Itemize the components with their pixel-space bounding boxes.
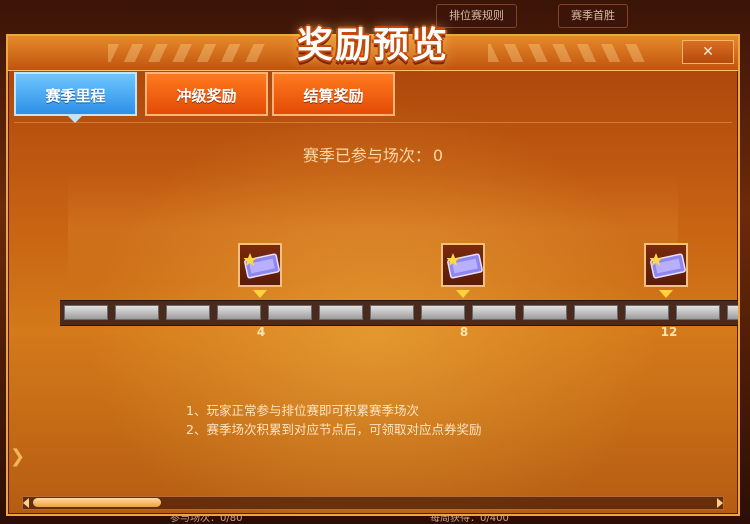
track-segment — [574, 305, 618, 320]
chevron-left-icon: ❯ — [10, 446, 26, 467]
rules-text: 1、玩家正常参与排位赛即可积累赛季场次 2、赛季场次积累到对应节点后，可领取对应… — [186, 401, 481, 439]
track-glow — [68, 174, 678, 284]
track-segment — [166, 305, 210, 320]
track-segment — [421, 305, 465, 320]
close-button[interactable]: ✕ — [682, 40, 734, 64]
season-count-value: 0 — [432, 146, 444, 165]
track-segment — [676, 305, 720, 320]
rule-item: 1、玩家正常参与排位赛即可积累赛季场次 — [186, 403, 419, 418]
milestone-12[interactable] — [644, 243, 692, 298]
progress-track — [60, 300, 738, 326]
tab-season-mileage[interactable]: 赛季里程 — [14, 72, 137, 116]
scroll-left-icon[interactable] — [23, 498, 29, 508]
divider — [14, 122, 732, 123]
track-segment — [268, 305, 312, 320]
milestone-marker-icon — [456, 290, 470, 298]
milestone-label: 8 — [459, 325, 469, 339]
close-icon: ✕ — [702, 44, 714, 60]
tab-settlement-reward[interactable]: 结算奖励 — [272, 72, 395, 116]
ticket-icon[interactable] — [441, 243, 485, 287]
track-segment — [472, 305, 516, 320]
rule-item: 2、赛季场次积累到对应节点后，可领取对应点券奖励 — [186, 422, 482, 437]
ticket-icon[interactable] — [644, 243, 688, 287]
season-count: 赛季已参与场次： 0 — [8, 142, 738, 166]
tab-levelup-reward[interactable]: 冲级奖励 — [145, 72, 268, 116]
milestone-label: 12 — [660, 325, 678, 339]
scrollbar-thumb[interactable] — [33, 498, 161, 507]
horizontal-scrollbar[interactable] — [22, 496, 724, 510]
ticket-icon[interactable] — [238, 243, 282, 287]
track-segment — [64, 305, 108, 320]
dialog-title: 奖励预览 — [296, 25, 449, 66]
track-segment — [217, 305, 261, 320]
milestone-marker-icon — [659, 290, 673, 298]
track-segment — [727, 305, 738, 320]
track-segment — [370, 305, 414, 320]
reward-preview-dialog: 奖励预览 ✕ 赛季里程 冲级奖励 结算奖励 赛季已参与场次： 0 4 8 12 … — [6, 25, 740, 516]
milestone-8[interactable] — [441, 243, 489, 298]
track-segment — [523, 305, 567, 320]
milestone-marker-icon — [253, 290, 267, 298]
milestone-4[interactable] — [238, 243, 286, 298]
track-segment — [115, 305, 159, 320]
track-segment — [319, 305, 363, 320]
milestone-label: 4 — [256, 325, 266, 339]
season-count-label: 赛季已参与场次： — [302, 146, 431, 165]
track-segment — [625, 305, 669, 320]
scroll-right-icon[interactable] — [717, 498, 723, 508]
